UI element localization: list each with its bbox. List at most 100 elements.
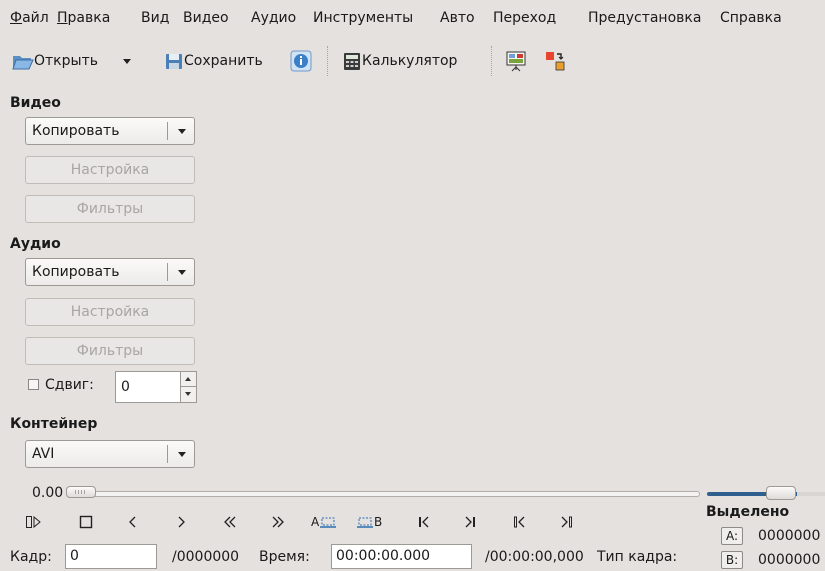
next-frame-icon bbox=[176, 515, 186, 529]
calculator-button[interactable]: Калькулятор bbox=[342, 48, 457, 74]
timeline-row: 0.00 bbox=[0, 483, 825, 503]
skip-forward-icon bbox=[464, 515, 476, 529]
save-icon bbox=[164, 51, 184, 71]
go-to-marker-a-button[interactable] bbox=[513, 511, 527, 533]
swap-view-button[interactable] bbox=[544, 48, 566, 74]
stop-button[interactable] bbox=[79, 511, 93, 533]
presentation-icon bbox=[505, 50, 527, 72]
video-filters-button[interactable]: Фильтры bbox=[25, 195, 195, 223]
menu-help[interactable]: Справка bbox=[720, 8, 782, 28]
previous-keyframe-button[interactable] bbox=[222, 511, 238, 533]
previous-frame-icon bbox=[128, 515, 138, 529]
goto-b-icon bbox=[559, 515, 573, 529]
save-label: Сохранить bbox=[184, 53, 263, 69]
menu-preset[interactable]: Предустановка bbox=[588, 8, 701, 28]
timeline-position-value: 0.00 bbox=[32, 485, 64, 501]
chevron-down-icon bbox=[178, 270, 186, 275]
marker-a-label: A bbox=[311, 515, 320, 529]
audio-section-title: Аудио bbox=[10, 236, 61, 252]
open-button[interactable]: Открыть bbox=[12, 48, 98, 74]
skip-back-icon bbox=[418, 515, 430, 529]
stop-icon bbox=[79, 515, 93, 529]
audio-codec-select[interactable]: Копировать bbox=[25, 258, 195, 286]
time-input[interactable]: 00:00:00.000 bbox=[331, 544, 472, 569]
volume-slider-rest bbox=[797, 492, 825, 496]
frame-label: Кадр: bbox=[10, 549, 52, 565]
audio-filters-button[interactable]: Фильтры bbox=[25, 337, 195, 365]
play-icon bbox=[26, 515, 42, 529]
video-section-title: Видео bbox=[10, 95, 61, 111]
selection-title: Выделено bbox=[706, 504, 790, 520]
container-format-select[interactable]: AVI bbox=[25, 440, 195, 468]
save-button[interactable]: Сохранить bbox=[164, 48, 263, 74]
toolbar: Открыть Сохранить Калькулятор bbox=[0, 34, 825, 80]
menu-auto[interactable]: Авто bbox=[440, 8, 475, 28]
menu-audio[interactable]: Аудио bbox=[251, 8, 296, 28]
shift-label: Сдвиг: bbox=[45, 377, 94, 393]
calculator-icon bbox=[342, 51, 362, 71]
display-settings-button[interactable] bbox=[505, 48, 527, 74]
container-section-title: Контейнер bbox=[10, 416, 98, 432]
time-label: Время: bbox=[259, 549, 310, 565]
calculator-label: Калькулятор bbox=[362, 53, 458, 69]
go-to-end-button[interactable] bbox=[464, 511, 476, 533]
combo-divider bbox=[167, 122, 168, 140]
spin-down-button[interactable] bbox=[180, 387, 196, 402]
selection-a-button[interactable]: A: bbox=[721, 527, 743, 545]
timeline-slider-handle[interactable] bbox=[66, 486, 96, 498]
audio-codec-value: Копировать bbox=[32, 264, 120, 280]
frame-total: /0000000 bbox=[172, 549, 240, 565]
video-configure-button[interactable]: Настройка bbox=[25, 156, 195, 184]
volume-slider-handle[interactable] bbox=[766, 486, 796, 500]
time-value: 00:00:00.000 bbox=[336, 548, 431, 564]
marker-b-label: B bbox=[374, 515, 383, 529]
spin-up-button[interactable] bbox=[180, 372, 196, 387]
container-format-value: AVI bbox=[32, 446, 55, 462]
shift-value: 0 bbox=[121, 379, 130, 395]
frame-input[interactable]: 0 bbox=[65, 544, 157, 569]
open-dropdown-arrow[interactable] bbox=[123, 48, 131, 74]
menu-bar: Файл Правка Вид Видео Аудио Инструменты … bbox=[0, 0, 825, 34]
frame-type-label: Тип кадра: bbox=[597, 549, 678, 565]
video-codec-select[interactable]: Копировать bbox=[25, 117, 195, 145]
time-total: /00:00:00,000 bbox=[485, 549, 584, 565]
menu-view[interactable]: Вид bbox=[141, 8, 169, 28]
previous-frame-button[interactable] bbox=[128, 511, 138, 533]
audio-configure-button[interactable]: Настройка bbox=[25, 298, 195, 326]
menu-video[interactable]: Видео bbox=[183, 8, 229, 28]
chevron-down-icon bbox=[178, 129, 186, 134]
combo-divider bbox=[167, 263, 168, 281]
toolbar-separator bbox=[491, 46, 492, 76]
status-row: Кадр: 0 /0000000 Время: 00:00:00.000 /00… bbox=[0, 544, 825, 571]
goto-a-icon bbox=[513, 515, 527, 529]
marker-a-icon bbox=[319, 514, 337, 530]
next-frame-button[interactable] bbox=[176, 511, 186, 533]
next-keyframe-button[interactable] bbox=[270, 511, 286, 533]
video-codec-value: Копировать bbox=[32, 123, 120, 139]
selection-a-value: 0000000 bbox=[758, 528, 821, 544]
chevron-down-icon bbox=[123, 58, 131, 64]
timeline-slider[interactable] bbox=[66, 491, 700, 497]
menu-edit[interactable]: Правка bbox=[57, 8, 110, 28]
set-marker-b-button[interactable]: B bbox=[356, 511, 382, 533]
set-marker-a-button[interactable]: A bbox=[311, 511, 337, 533]
menu-file[interactable]: Файл bbox=[10, 8, 49, 28]
go-to-marker-b-button[interactable] bbox=[559, 511, 573, 533]
swap-icon bbox=[544, 50, 566, 72]
fast-forward-icon bbox=[270, 515, 286, 529]
marker-b-icon bbox=[356, 514, 374, 530]
arrow-down-icon bbox=[185, 392, 191, 396]
rewind-icon bbox=[222, 515, 238, 529]
toolbar-separator bbox=[327, 46, 328, 76]
menu-go[interactable]: Переход bbox=[493, 8, 556, 28]
open-label: Открыть bbox=[34, 53, 98, 69]
shift-checkbox[interactable] bbox=[28, 379, 39, 390]
go-to-start-button[interactable] bbox=[418, 511, 430, 533]
frame-value: 0 bbox=[70, 548, 79, 564]
play-button[interactable] bbox=[26, 511, 42, 533]
chevron-down-icon bbox=[178, 452, 186, 457]
shift-spinbox[interactable]: 0 bbox=[115, 371, 197, 403]
arrow-up-icon bbox=[185, 377, 191, 381]
info-button[interactable] bbox=[290, 48, 312, 74]
menu-tools[interactable]: Инструменты bbox=[313, 8, 413, 28]
